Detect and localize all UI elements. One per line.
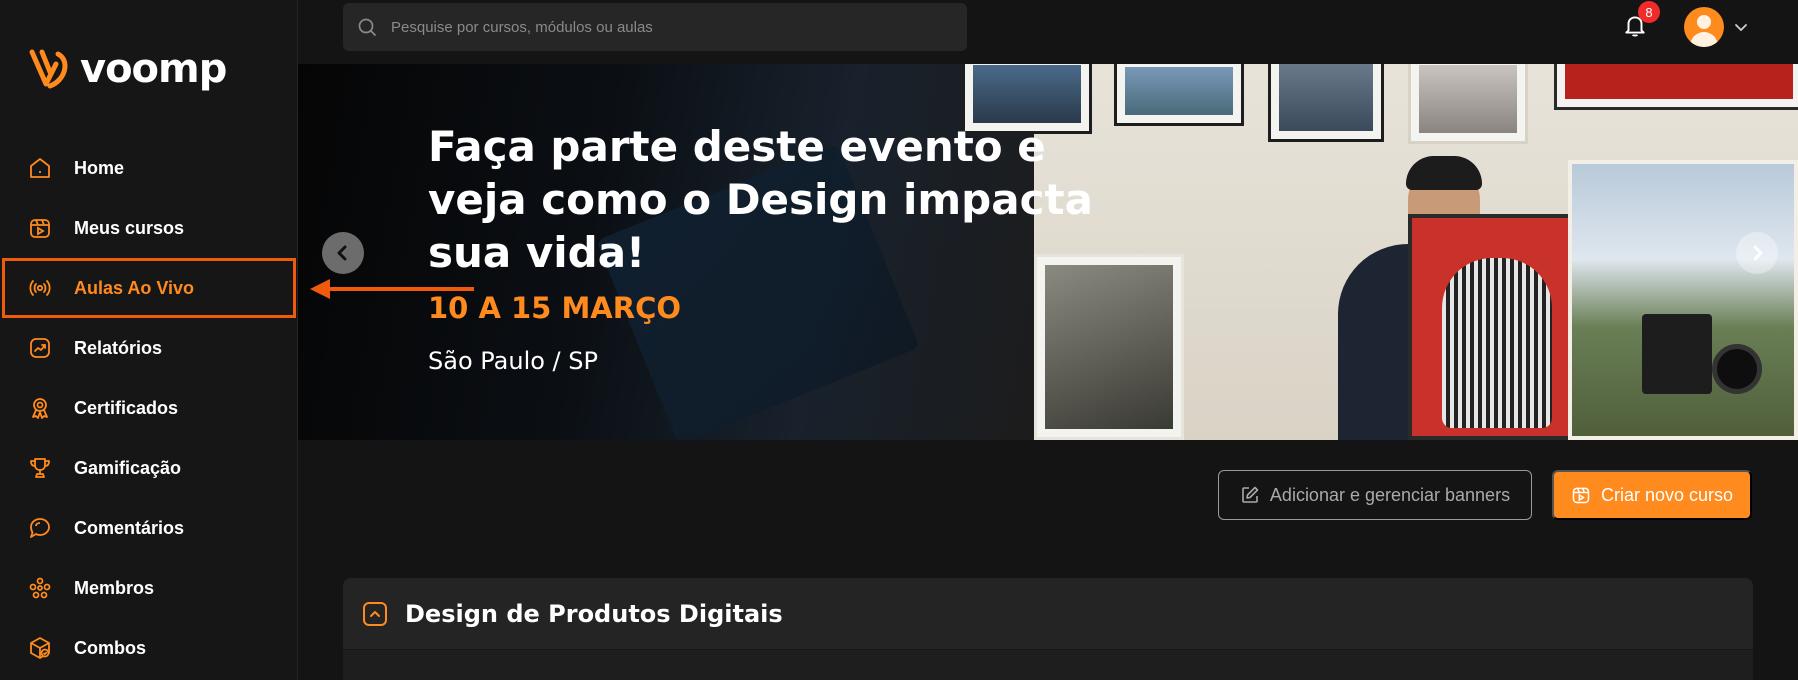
sidebar-item-label: Combos — [74, 637, 146, 658]
trending-chart-icon — [28, 336, 52, 360]
wall-frame-2 — [1114, 64, 1244, 126]
search-bar[interactable] — [343, 3, 967, 51]
home-icon — [28, 156, 52, 180]
car-grille-artwork — [1408, 214, 1588, 440]
avatar-body — [1690, 32, 1718, 47]
sidebar-item-label: Comentários — [74, 517, 185, 538]
award-badge-icon — [28, 396, 52, 420]
sidebar-item-aulas-ao-vivo[interactable]: Aulas Ao Vivo — [2, 258, 296, 318]
brand-name: voomp — [80, 46, 227, 92]
manage-banners-label: Adicionar e gerenciar banners — [1269, 484, 1511, 505]
create-course-label: Criar novo curso — [1600, 484, 1734, 505]
banner-location: São Paulo / SP — [428, 347, 598, 375]
user-avatar[interactable] — [1684, 7, 1724, 47]
sidebar-item-comentarios[interactable]: Comentários — [0, 498, 298, 558]
create-course-button[interactable]: Criar novo curso — [1552, 470, 1752, 520]
sidebar-item-gamificacao[interactable]: Gamificação — [0, 438, 298, 498]
sidebar-nav: Home Meus cursos Aulas Ao Vivo Relatório… — [0, 138, 298, 678]
car-grille — [1442, 258, 1552, 428]
course-player-icon — [1572, 487, 1590, 504]
sidebar-item-label: Meus cursos — [74, 217, 185, 238]
course-title[interactable]: Design de Produtos Digitais — [405, 600, 783, 628]
camera-object — [1642, 314, 1712, 394]
banner-text-block: Faça parte deste evento e veja como o De… — [428, 120, 1128, 375]
search-icon — [358, 18, 376, 36]
search-input[interactable] — [391, 18, 951, 36]
hero-banner: Faça parte deste evento e veja como o De… — [298, 64, 1798, 440]
wall-frame-5 — [1554, 64, 1798, 110]
edit-icon — [1242, 486, 1259, 503]
box-icon — [28, 636, 52, 660]
sidebar-item-home[interactable]: Home — [0, 138, 298, 198]
course-player-icon — [28, 216, 52, 240]
annotation-arrow-head — [310, 279, 330, 299]
banner-prev-button[interactable] — [322, 232, 364, 274]
avatar-head — [1697, 15, 1711, 29]
trophy-icon — [28, 456, 52, 480]
banner-title: Faça parte deste evento e veja como o De… — [428, 122, 1093, 277]
members-icon — [28, 576, 52, 600]
chat-bubble-icon — [28, 516, 52, 540]
sidebar-item-label: Gamificação — [74, 457, 182, 478]
chevron-right-icon — [1753, 245, 1763, 261]
voomp-logo-icon — [29, 49, 68, 89]
chevron-up-icon — [370, 610, 380, 617]
banner-date: 10 A 15 MARÇO — [428, 291, 682, 325]
chevron-left-icon — [337, 245, 347, 261]
course-card: Design de Produtos Digitais — [343, 578, 1753, 680]
course-card-header: Design de Produtos Digitais — [343, 578, 1753, 650]
course-collapse-toggle[interactable] — [363, 601, 387, 626]
sidebar-item-label: Relatórios — [74, 337, 163, 358]
sidebar-item-label: Home — [74, 157, 125, 178]
top-bar: 8 — [298, 0, 1798, 64]
speaker-hair — [1406, 156, 1482, 190]
sidebar-item-combos[interactable]: Combos — [0, 618, 298, 678]
sidebar-item-label: Certificados — [74, 397, 179, 418]
brand-logo[interactable]: voomp — [28, 46, 227, 92]
sidebar-item-label: Membros — [74, 577, 155, 598]
sidebar: voomp Home Meus cursos Aulas Ao Vivo Rel… — [0, 0, 298, 680]
chevron-down-icon[interactable] — [1732, 18, 1750, 36]
mountain-landscape-artwork — [1568, 160, 1798, 440]
manage-banners-button[interactable]: Adicionar e gerenciar banners — [1218, 470, 1532, 520]
notification-count-badge: 8 — [1638, 1, 1660, 23]
banner-next-button[interactable] — [1736, 232, 1778, 274]
sidebar-item-relatorios[interactable]: Relatórios — [0, 318, 298, 378]
sidebar-item-membros[interactable]: Membros — [0, 558, 298, 618]
sidebar-item-certificados[interactable]: Certificados — [0, 378, 298, 438]
sidebar-item-label: Aulas Ao Vivo — [74, 277, 195, 298]
camera-lens — [1712, 344, 1762, 394]
app-root: voomp Home Meus cursos Aulas Ao Vivo Rel… — [0, 0, 1798, 680]
annotation-arrow-line — [326, 287, 474, 291]
broadcast-icon — [28, 276, 52, 300]
sidebar-item-meus-cursos[interactable]: Meus cursos — [0, 198, 298, 258]
